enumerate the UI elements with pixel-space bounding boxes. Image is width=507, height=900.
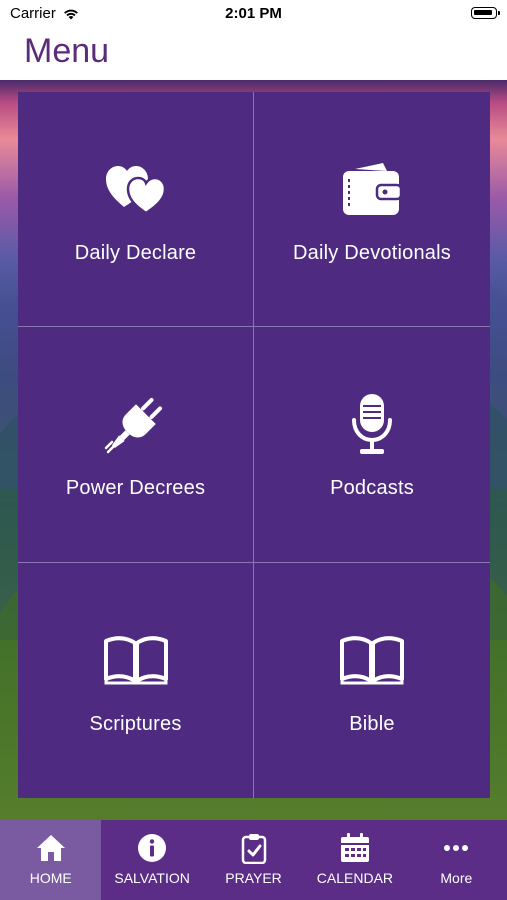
tab-label: PRAYER bbox=[225, 870, 282, 886]
tab-label: More bbox=[440, 870, 473, 886]
header: Menu bbox=[0, 28, 507, 80]
menu-tile-daily-devotionals[interactable]: Daily Devotionals bbox=[254, 92, 490, 328]
menu-tile-daily-declare[interactable]: Daily Declare bbox=[18, 92, 254, 328]
tab-calendar[interactable]: CALENDAR bbox=[304, 820, 405, 900]
calendar-icon bbox=[339, 832, 371, 864]
menu-grid: Daily Declare Daily Devotionals Power De… bbox=[18, 92, 490, 798]
status-bar: Carrier 2:01 PM bbox=[0, 0, 507, 28]
tab-more[interactable]: More bbox=[406, 820, 507, 900]
tab-label: HOME bbox=[29, 870, 72, 886]
menu-tile-bible[interactable]: Bible bbox=[254, 563, 490, 798]
menu-tile-label: Daily Declare bbox=[74, 242, 197, 264]
more-dots-icon bbox=[441, 832, 471, 864]
home-icon bbox=[35, 832, 67, 864]
tab-salvation[interactable]: SALVATION bbox=[101, 820, 202, 900]
status-time: 2:01 PM bbox=[225, 5, 282, 22]
menu-tile-label: Daily Devotionals bbox=[293, 242, 451, 264]
menu-tile-label: Power Decrees bbox=[65, 477, 206, 500]
open-book-icon bbox=[103, 627, 168, 693]
page-title: Menu bbox=[24, 32, 110, 70]
tab-home[interactable]: HOME bbox=[0, 820, 102, 900]
menu-tile-label: Scriptures bbox=[89, 712, 182, 735]
tab-label: SALVATION bbox=[114, 870, 190, 886]
menu-tile-podcasts[interactable]: Podcasts bbox=[254, 327, 490, 563]
open-book-icon bbox=[340, 627, 404, 693]
clipboard-check-icon bbox=[241, 832, 267, 864]
menu-tile-power-decrees[interactable]: Power Decrees bbox=[18, 327, 254, 563]
menu-tile-scriptures[interactable]: Scriptures bbox=[18, 562, 254, 798]
menu-tile-label: Bible bbox=[349, 712, 395, 735]
tab-bar: HOME SALVATION PRAYER CALENDAR More bbox=[0, 820, 507, 900]
info-icon bbox=[137, 832, 167, 864]
microphone-icon bbox=[350, 391, 394, 457]
wallet-icon bbox=[341, 156, 403, 222]
menu-tile-label: Podcasts bbox=[330, 477, 414, 500]
power-plug-icon bbox=[104, 391, 168, 457]
hearts-icon bbox=[104, 156, 168, 222]
tab-prayer[interactable]: PRAYER bbox=[203, 820, 304, 900]
battery-icon bbox=[471, 7, 500, 19]
tab-label: CALENDAR bbox=[316, 870, 394, 886]
